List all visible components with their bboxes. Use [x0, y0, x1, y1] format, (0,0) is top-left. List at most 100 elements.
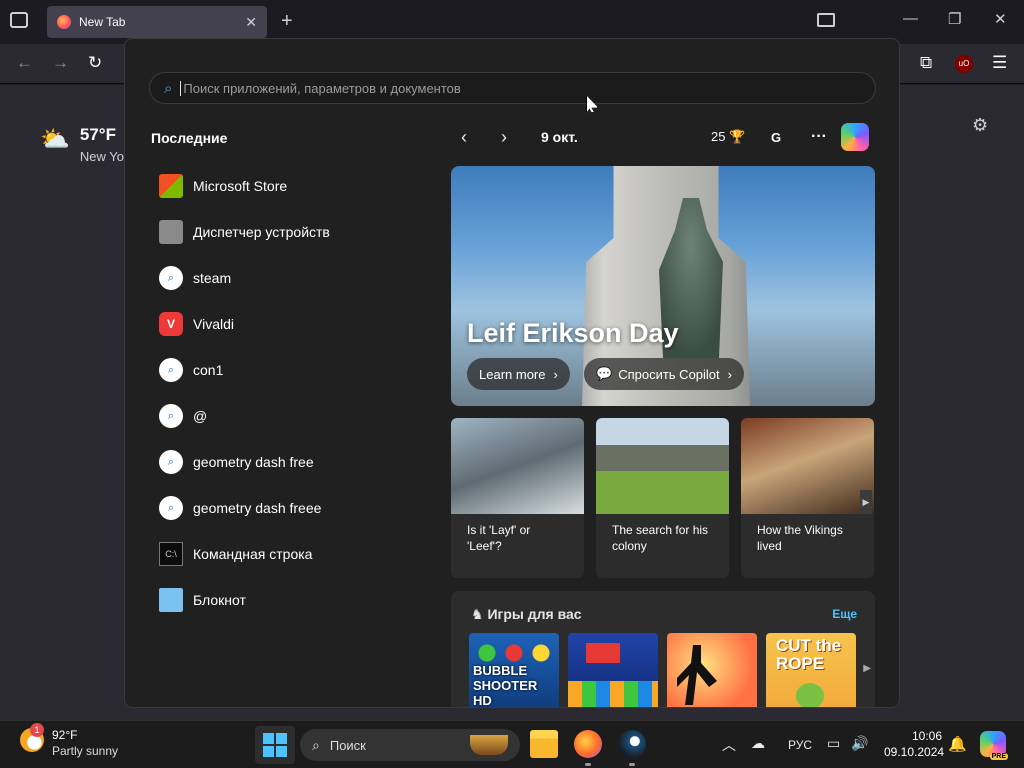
- onedrive-icon[interactable]: ☁: [751, 735, 765, 752]
- search-icon: ⌕: [159, 358, 183, 382]
- partly-sunny-icon: 1: [20, 723, 44, 752]
- file-explorer-icon[interactable]: [530, 730, 558, 758]
- notification-bell-icon[interactable]: 🔔: [948, 735, 967, 753]
- copilot-icon[interactable]: [841, 123, 869, 151]
- search-icon: ⌕: [159, 266, 183, 290]
- recent-item[interactable]: Microsoft Store: [159, 163, 419, 209]
- widgets-date: 9 окт.: [541, 129, 578, 145]
- story-card[interactable]: The search for his colony: [596, 418, 729, 578]
- recent-item[interactable]: Блокнот: [159, 577, 419, 623]
- newtab-weather-widget[interactable]: ⛅ 57°F New Yo: [40, 125, 124, 164]
- taskbar-search[interactable]: ⌕ Поиск: [300, 729, 520, 761]
- learn-more-button[interactable]: Learn more ›: [467, 358, 570, 390]
- windows-logo-icon: [263, 746, 274, 757]
- chat-icon: 💬: [596, 366, 613, 381]
- notepad-icon: [159, 588, 183, 612]
- newtab-settings-icon[interactable]: ⚙: [972, 115, 988, 136]
- recent-list: Microsoft Store Диспетчер устройств ⌕ ste…: [159, 163, 419, 623]
- language-indicator[interactable]: РУС: [788, 738, 812, 752]
- start-button[interactable]: [255, 726, 295, 764]
- games-more-link[interactable]: Еще: [832, 607, 857, 621]
- start-search-input[interactable]: [180, 80, 821, 96]
- game-tile[interactable]: CUT the ROPE: [766, 633, 856, 707]
- reload-button[interactable]: ↻: [88, 53, 102, 73]
- hero-card[interactable]: Leif Erikson Day Learn more › 💬 Спросить…: [451, 166, 875, 406]
- recent-item[interactable]: ⌕ geometry dash freee: [159, 485, 419, 531]
- volume-icon[interactable]: 🔊: [851, 735, 868, 752]
- tab-title: New Tab: [79, 15, 126, 29]
- tab-close-icon[interactable]: ✕: [245, 14, 257, 31]
- games-widget: ♞ Игры для вас Еще BUBBLE SHOOTER HD CUT…: [451, 591, 875, 707]
- sidebar-toggle-icon[interactable]: [817, 13, 835, 27]
- clock-date: 09.10.2024: [884, 745, 945, 759]
- recent-item[interactable]: V Vivaldi: [159, 301, 419, 347]
- new-tab-button[interactable]: +: [281, 10, 293, 33]
- network-icon[interactable]: ▭: [827, 735, 840, 752]
- widgets-header: ‹ › 9 окт. 25 🏆 G ···: [461, 123, 881, 151]
- extensions-button[interactable]: ⧉: [920, 53, 932, 73]
- recent-item-label: Блокнот: [193, 592, 246, 608]
- recent-item-label: Командная строка: [193, 546, 313, 562]
- recent-item[interactable]: ⌕ steam: [159, 255, 419, 301]
- more-options-button[interactable]: ···: [811, 128, 827, 146]
- recent-item-label: steam: [193, 270, 232, 286]
- taskbar-weather-widget[interactable]: 1 92°F Partly sunny: [20, 723, 119, 758]
- cmd-icon: C:\: [159, 542, 183, 566]
- recent-item[interactable]: C:\ Командная строка: [159, 531, 419, 577]
- recent-item[interactable]: Диспетчер устройств: [159, 209, 419, 255]
- next-day-button[interactable]: ›: [501, 127, 541, 148]
- clock-time: 10:06: [911, 729, 942, 743]
- taskbar-clock[interactable]: 10:06 09.10.2024: [884, 728, 945, 760]
- back-button[interactable]: ←: [16, 53, 33, 73]
- device-manager-icon: [159, 220, 183, 244]
- start-search-box[interactable]: ⌕: [149, 72, 876, 104]
- search-icon: ⌕: [164, 79, 173, 97]
- previous-day-button[interactable]: ‹: [461, 127, 501, 148]
- story-image: [741, 418, 874, 514]
- recent-section-title: Последние: [151, 130, 228, 146]
- recent-item-label: @: [193, 408, 208, 424]
- weather-temperature: 57°F: [79, 125, 116, 144]
- rewards-points: 25: [711, 129, 726, 144]
- game-tile[interactable]: [667, 633, 757, 707]
- close-window-button[interactable]: ✕: [994, 10, 1007, 28]
- running-indicator: [585, 763, 591, 766]
- preview-badge: PRE: [989, 753, 1008, 760]
- recent-item[interactable]: ⌕ con1: [159, 347, 419, 393]
- minimize-button[interactable]: —: [903, 10, 918, 27]
- hero-title: Leif Erikson Day: [467, 318, 679, 348]
- ublock-origin-icon[interactable]: uO: [955, 55, 973, 73]
- rewards-score[interactable]: 25 🏆: [711, 129, 745, 145]
- recent-item[interactable]: ⌕ @: [159, 393, 419, 439]
- story-caption: Is it 'Layf' or 'Leef'?: [467, 523, 531, 553]
- taskbar-weather-desc: Partly sunny: [52, 744, 119, 758]
- chevron-right-icon: ›: [553, 366, 558, 382]
- recent-item[interactable]: ⌕ geometry dash free: [159, 439, 419, 485]
- ask-copilot-button[interactable]: 💬 Спросить Copilot ›: [584, 358, 744, 390]
- search-icon: ⌕: [159, 496, 183, 520]
- chevron-right-icon: ›: [727, 366, 732, 382]
- game-tile[interactable]: BUBBLE SHOOTER HD: [469, 633, 559, 707]
- account-button[interactable]: G: [771, 130, 781, 145]
- viking-ship-icon: [470, 735, 508, 755]
- app-menu-button[interactable]: ☰: [992, 53, 1007, 73]
- store-icon: [159, 174, 183, 198]
- recent-item-label: con1: [193, 362, 224, 378]
- show-hidden-icons-icon[interactable]: ︿: [722, 735, 736, 755]
- steam-icon[interactable]: [618, 730, 646, 758]
- next-story-arrow-icon[interactable]: ▶: [860, 490, 872, 514]
- story-card[interactable]: How the Vikings lived ▶: [741, 418, 874, 578]
- story-image: [451, 418, 584, 514]
- next-games-arrow-icon[interactable]: ▶: [863, 663, 871, 674]
- forward-button[interactable]: →: [52, 53, 69, 73]
- list-all-tabs-icon[interactable]: [10, 12, 28, 28]
- copilot-taskbar-icon[interactable]: PRE: [980, 731, 1008, 760]
- game-tile[interactable]: [568, 633, 658, 707]
- recent-item-label: geometry dash free: [193, 454, 314, 470]
- maximize-button[interactable]: ❐: [948, 10, 961, 28]
- story-card[interactable]: Is it 'Layf' or 'Leef'?: [451, 418, 584, 578]
- firefox-icon[interactable]: [574, 730, 602, 758]
- learn-more-label: Learn more: [479, 366, 546, 382]
- windows-logo-icon: [276, 746, 287, 757]
- tab-new-tab[interactable]: New Tab ✕: [47, 6, 267, 38]
